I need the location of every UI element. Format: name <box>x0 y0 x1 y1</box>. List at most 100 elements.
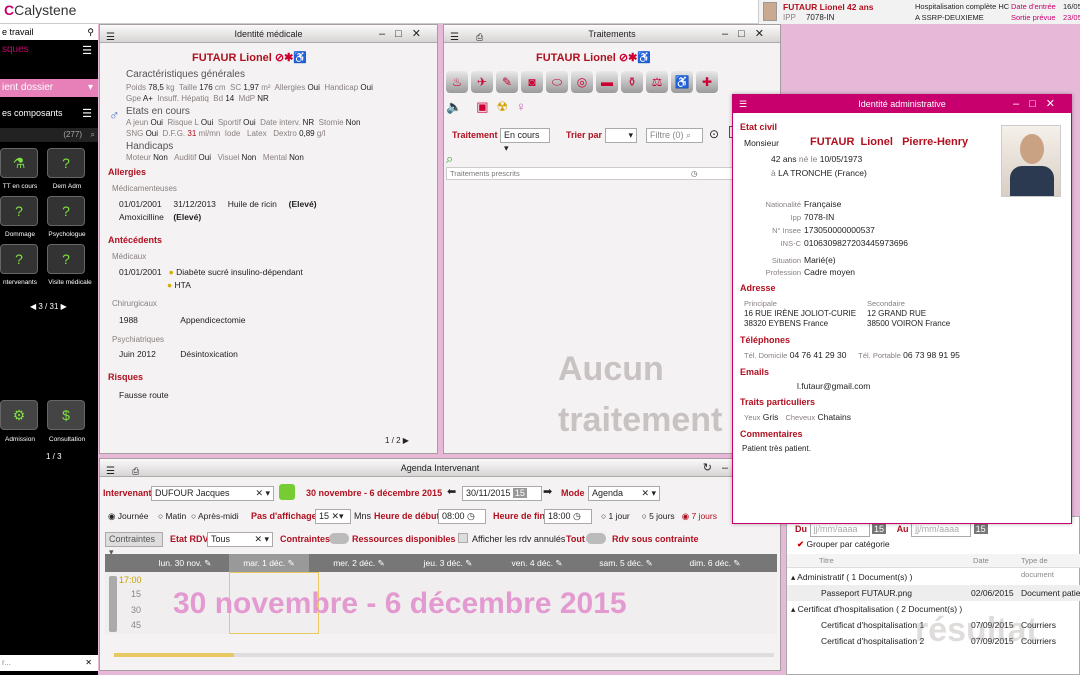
pager2[interactable]: 1 / 3 <box>46 452 62 461</box>
menu-icon[interactable]: ☰ <box>106 463 115 481</box>
checkbox-annules[interactable] <box>458 533 468 543</box>
pager[interactable]: ◀ 3 / 31 ▶ <box>30 302 67 311</box>
contraintes-toggle[interactable] <box>329 533 349 544</box>
antecedent-row: Juin 2012 Désintoxication <box>119 349 238 359</box>
close-icon[interactable]: ✕ <box>85 655 92 671</box>
horizontal-slider[interactable] <box>114 653 774 657</box>
heure-debut-input[interactable]: 08:00 ◷ <box>438 509 486 524</box>
window-controls[interactable]: –□✕ <box>722 25 774 43</box>
person-icon[interactable]: ♀ <box>516 99 526 114</box>
day-header[interactable]: lun. 30 nov. ✎ <box>145 554 225 572</box>
date-input[interactable]: 30/11/2015 15 <box>462 486 542 501</box>
search-bar[interactable]: (277) ⌕ <box>0 128 98 142</box>
clock-icon: ◷ <box>467 511 475 521</box>
traitement-select[interactable]: En cours ▾ <box>500 128 550 153</box>
radiation-icon[interactable]: ☢ <box>496 99 508 114</box>
patient-header[interactable]: FUTAUR Lionel 42 ans IPP 7078-IN Hospita… <box>758 0 1080 24</box>
mode-value: Agenda <box>592 488 624 498</box>
plan-travail[interactable]: e travail ⚲ <box>0 24 98 40</box>
tile-dommage-icon[interactable]: ? <box>0 196 38 226</box>
panel-title: Agenda Intervenant <box>400 463 480 473</box>
au-input[interactable]: jj/mm/aaaa <box>911 522 972 537</box>
menu-icon[interactable]: ☰ <box>450 29 459 47</box>
dossier-dropdown[interactable]: ient dossier ▾ <box>0 79 98 97</box>
day-header[interactable]: ven. 4 déc. ✎ <box>497 554 577 572</box>
pas-select[interactable]: 15 ✕▾ <box>315 509 351 524</box>
pin-icon[interactable]: ⚲ <box>87 24 94 40</box>
du-input[interactable]: jj/mm/aaaa <box>809 522 870 537</box>
radio-1j[interactable]: ○ 1 jour <box>601 511 630 521</box>
antecedent-row: 01/01/2001 ● Diabète sucré insulino-dépe… <box>119 267 303 277</box>
tile-admission-icon[interactable]: ⚙ <box>0 400 38 430</box>
intervenant-select[interactable]: DUFOUR Jacques ✕ ▾ <box>151 486 274 501</box>
radio-apres[interactable]: ○ Après-midi <box>191 511 239 521</box>
tile-visite-icon[interactable]: ? <box>47 244 85 274</box>
doc-row[interactable]: Passeport FUTAUR.png 02/06/2015 Document p… <box>787 585 1080 601</box>
chevron-down-icon[interactable]: ⊙ <box>709 127 719 141</box>
scale-icon[interactable]: ⚖ <box>646 71 668 93</box>
grouper-checkbox[interactable]: ✔ Grouper par catégorie <box>797 539 890 550</box>
doc-group-row[interactable]: ▴ Administratif ( 1 Document(s) ) <box>787 569 1080 585</box>
list-icon-2[interactable]: ☰ <box>82 107 92 120</box>
speaker-icon[interactable]: 🔈 <box>446 99 462 114</box>
tube-icon[interactable]: ◎ <box>571 71 593 93</box>
email-link[interactable]: l.futaur@gmail.com <box>797 381 870 391</box>
section-traits: Traits particuliers <box>740 397 816 407</box>
prev-arrow-icon[interactable]: ⬅ <box>447 485 456 498</box>
menu-icon[interactable]: ☰ <box>739 95 747 113</box>
tile-demadm-icon[interactable]: ? <box>47 148 85 178</box>
risques-label[interactable]: sques <box>2 44 29 55</box>
contraintes-select[interactable]: Contraintes ▾ <box>105 532 163 557</box>
flame-icon[interactable]: ♨ <box>446 71 468 93</box>
day-header[interactable]: jeu. 3 déc. ✎ <box>408 554 488 572</box>
ressources-label[interactable]: Ressources disponibles <box>352 534 456 544</box>
day-header[interactable]: sam. 5 déc. ✎ <box>586 554 666 572</box>
agenda-grid[interactable]: 17:00 15 30 45 30 novembre - 6 décembre … <box>105 572 777 634</box>
filter-text: Filtre (0) <box>650 130 684 140</box>
radio-matin[interactable]: ○ Matin <box>158 511 186 521</box>
plaster-icon[interactable]: ✚ <box>696 71 718 93</box>
camera-icon[interactable]: ▣ <box>476 99 488 114</box>
tile-consultation-icon[interactable]: $ <box>47 400 85 430</box>
wheelchair-icon[interactable]: ♿ <box>671 71 693 93</box>
tout-toggle[interactable] <box>586 533 606 544</box>
trier-select[interactable]: ▾ <box>605 128 637 143</box>
search-icon[interactable]: ⌕ <box>91 128 95 142</box>
pill-icon[interactable]: ⬭ <box>546 71 568 93</box>
etat-select[interactable]: Tous ✕ ▾ <box>207 532 273 547</box>
tile-interv-icon[interactable]: ? <box>0 244 38 274</box>
day-header[interactable]: mer. 2 déc. ✎ <box>319 554 399 572</box>
day-header[interactable]: mar. 1 déc. ✎ <box>229 554 309 572</box>
insee: 173050000000537 <box>804 225 875 235</box>
window-controls[interactable]: –□✕ <box>1013 95 1065 113</box>
sidebar-search-input[interactable]: r... ✕ <box>0 655 98 671</box>
bandage-icon[interactable]: ▬ <box>596 71 618 93</box>
menu-icon[interactable]: ☰ <box>106 29 115 47</box>
print-icon[interactable]: ⎙ <box>132 462 139 480</box>
tile-tt-icon[interactable]: ⚗ <box>0 148 38 178</box>
vertical-slider[interactable] <box>109 576 117 632</box>
hairdryer-icon[interactable]: ✈ <box>471 71 493 93</box>
tile-psy-icon[interactable]: ? <box>47 196 85 226</box>
list-icon[interactable]: ☰ <box>82 44 92 57</box>
radio-journee[interactable]: ◉ Journée <box>108 511 149 521</box>
day-header[interactable]: dim. 6 déc. ✎ <box>675 554 755 572</box>
calendar-icon[interactable]: 15 <box>512 488 527 498</box>
window-controls[interactable]: –□✕ <box>379 25 431 43</box>
refresh-icon[interactable] <box>279 484 295 500</box>
next-arrow-icon[interactable]: ➡ <box>543 485 552 498</box>
syringe-icon[interactable]: ✎ <box>496 71 518 93</box>
mode-select[interactable]: Agenda ✕ ▾ <box>588 486 660 501</box>
tile-label: Dommage <box>5 231 35 238</box>
radio-7j[interactable]: ◉ 7 jours <box>682 511 717 521</box>
filter-input[interactable]: Filtre (0) ⌕ <box>646 128 703 143</box>
heure-fin-input[interactable]: 18:00 ◷ <box>544 509 592 524</box>
jar-icon[interactable]: ◙ <box>521 71 543 93</box>
search-placeholder: r... <box>2 658 11 667</box>
bottle-icon[interactable]: ⚱ <box>621 71 643 93</box>
print-icon[interactable]: ⎙ <box>476 28 483 46</box>
panel-pager[interactable]: 1 / 2 ▶ <box>385 436 409 445</box>
search-icon[interactable]: ⌕ <box>446 151 453 167</box>
tile-label: Visite médicale <box>48 279 92 286</box>
radio-5j[interactable]: ○ 5 jours <box>642 511 675 521</box>
